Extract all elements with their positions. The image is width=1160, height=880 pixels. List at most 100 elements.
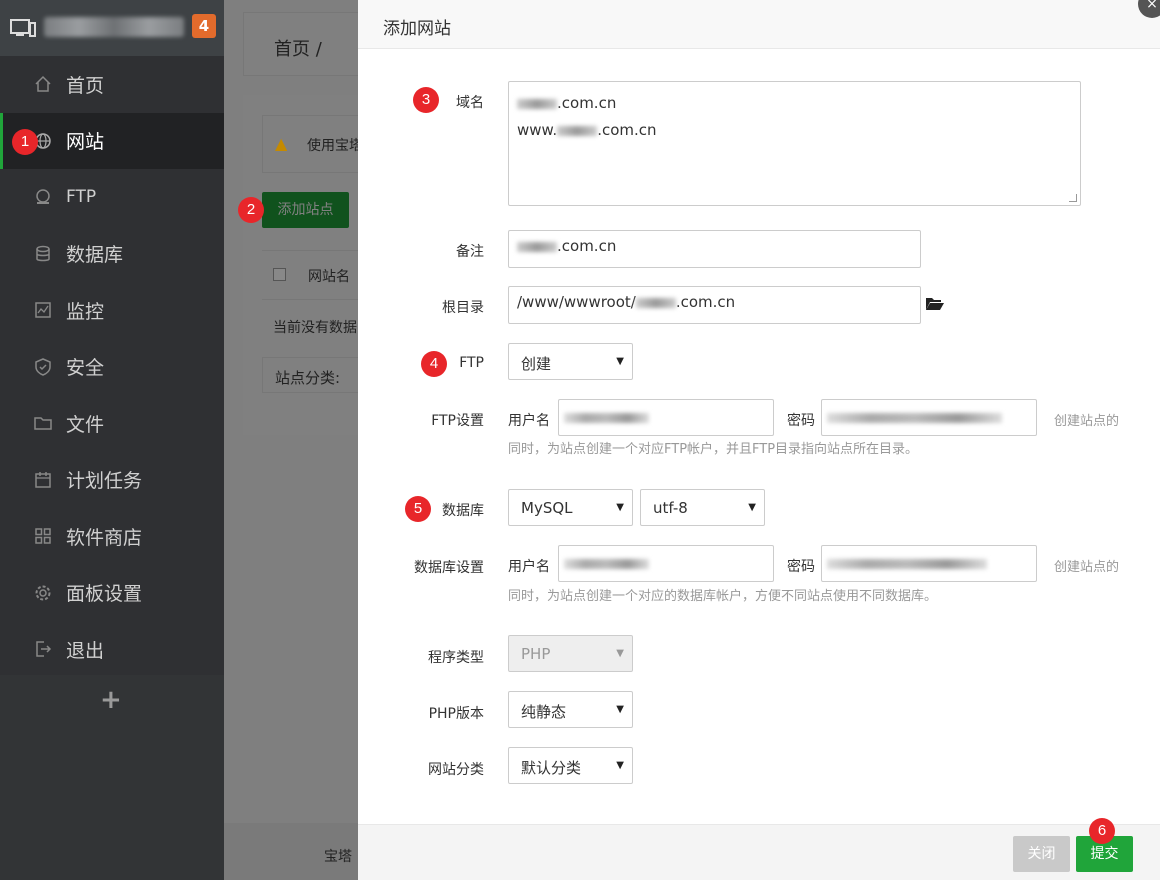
sidebar-item-cron[interactable]: 计划任务 <box>0 452 224 509</box>
db-username-label: 用户名 <box>508 559 550 575</box>
ftp-username-label: 用户名 <box>508 413 550 429</box>
site-category-label: 网站分类 <box>428 762 484 778</box>
apps-icon <box>34 527 52 545</box>
php-version-value: 纯静态 <box>521 703 567 721</box>
ftp-icon <box>34 188 52 206</box>
sidebar-item-monitor[interactable]: 监控 <box>0 282 224 339</box>
sidebar-item-label: 网站 <box>66 131 105 154</box>
redacted-text <box>564 413 649 423</box>
monitor-icon <box>10 19 36 37</box>
step-marker: 4 <box>421 351 447 377</box>
site-category-select[interactable]: 默认分类 ▼ <box>508 747 633 784</box>
footer-text: 宝塔 <box>324 849 352 865</box>
add-site-dialog: 添加网站 3 域名 .com.cn www. .com.cn 备注 .com.cn… <box>358 0 1160 880</box>
sidebar-item-label: 监控 <box>66 300 105 323</box>
step-marker: 1 <box>12 129 38 155</box>
redacted-text <box>517 241 557 252</box>
db-settings-label: 数据库设置 <box>414 560 484 576</box>
dropdown-arrow-icon: ▼ <box>616 502 624 513</box>
folder-open-icon[interactable] <box>925 296 945 311</box>
sidebar-item-label: 安全 <box>66 357 105 380</box>
sidebar-item-label: 面板设置 <box>66 583 143 606</box>
sidebar-item-store[interactable]: 软件商店 <box>0 508 224 565</box>
database-icon <box>34 245 52 263</box>
database-select[interactable]: MySQL ▼ <box>508 489 633 526</box>
sidebar-item-ftp[interactable]: FTP <box>0 169 224 226</box>
select-all-checkbox[interactable] <box>273 268 286 281</box>
program-type-label: 程序类型 <box>428 650 484 666</box>
charset-select-value: utf-8 <box>653 499 688 517</box>
dropdown-arrow-icon: ▼ <box>616 356 624 367</box>
warning-text: 使用宝塔 <box>307 138 363 154</box>
sidebar-item-settings[interactable]: 面板设置 <box>0 565 224 622</box>
redacted-text <box>557 125 598 136</box>
charset-select[interactable]: utf-8 ▼ <box>640 489 765 526</box>
ftp-select[interactable]: 创建 ▼ <box>508 343 633 380</box>
note-input[interactable]: .com.cn <box>508 230 921 268</box>
home-icon <box>34 75 52 93</box>
step-marker: 5 <box>405 496 431 522</box>
redacted-text <box>827 559 987 569</box>
sidebar-item-label: 首页 <box>66 74 105 97</box>
redacted-text <box>564 559 649 569</box>
sidebar-item-logout[interactable]: 退出 <box>0 621 224 678</box>
root-dir-suffix: .com.cn <box>675 293 736 311</box>
sidebar-header: 4 <box>0 0 224 56</box>
sidebar-item-label: 文件 <box>66 413 105 436</box>
step-marker: 6 <box>1089 818 1115 844</box>
note-value: .com.cn <box>557 237 617 255</box>
sidebar-item-home[interactable]: 首页 <box>0 56 224 113</box>
domain-line-2-suffix: .com.cn <box>597 121 657 139</box>
server-name-redacted <box>44 17 184 37</box>
domain-line-1: .com.cn <box>557 94 617 112</box>
dialog-header: 添加网站 <box>358 0 1160 49</box>
notification-badge[interactable]: 4 <box>192 14 216 38</box>
root-dir-input[interactable]: /www/wwwroot/ .com.cn <box>508 286 921 324</box>
ftp-hint: 同时，为站点创建一个对应FTP帐户，并且FTP目录指向站点所在目录。 <box>508 442 919 457</box>
php-version-label: PHP版本 <box>428 706 484 722</box>
db-hint: 同时，为站点创建一个对应的数据库帐户，方便不同站点使用不同数据库。 <box>508 589 938 604</box>
step-marker: 3 <box>413 87 439 113</box>
dropdown-arrow-icon: ▼ <box>616 648 624 659</box>
sidebar-item-label: 软件商店 <box>66 526 143 549</box>
redacted-text <box>635 297 676 308</box>
redacted-text <box>517 98 557 109</box>
note-label: 备注 <box>456 244 484 260</box>
breadcrumb-home[interactable]: 首页 / <box>274 35 322 61</box>
dialog-footer: 关闭 提交 <box>358 824 1160 880</box>
empty-message: 当前没有数据 <box>273 320 357 336</box>
add-site-button[interactable]: 添加站点 <box>262 192 349 228</box>
domain-textarea[interactable]: .com.cn www. .com.cn <box>508 81 1081 206</box>
sidebar-item-label: 计划任务 <box>66 470 143 493</box>
ftp-hint-side: 创建站点的 <box>1054 414 1120 429</box>
sidebar-item-label: FTP <box>66 187 97 208</box>
shield-icon <box>34 357 52 376</box>
program-type-value: PHP <box>521 645 551 663</box>
dialog-title: 添加网站 <box>383 19 451 39</box>
monitor-icon <box>34 301 52 319</box>
warning-icon: ▲ <box>275 134 288 153</box>
column-site-name: 网站名 <box>308 269 350 285</box>
add-icon[interactable]: + <box>100 685 122 715</box>
domain-line-2-prefix: www. <box>517 121 558 139</box>
sidebar-item-database[interactable]: 数据库 <box>0 226 224 283</box>
ftp-settings-label: FTP设置 <box>431 413 484 429</box>
resize-handle[interactable] <box>1069 194 1077 202</box>
folder-icon <box>34 414 52 432</box>
sidebar-item-security[interactable]: 安全 <box>0 339 224 396</box>
category-label: 站点分类: <box>275 369 341 387</box>
sidebar-item-label: 退出 <box>66 639 105 662</box>
dropdown-arrow-icon: ▼ <box>748 502 756 513</box>
sidebar-item-files[interactable]: 文件 <box>0 395 224 452</box>
calendar-icon <box>34 471 52 489</box>
ftp-select-value: 创建 <box>521 355 552 373</box>
dropdown-arrow-icon: ▼ <box>616 704 624 715</box>
dropdown-arrow-icon: ▼ <box>616 760 624 771</box>
db-password-label: 密码 <box>787 559 815 575</box>
step-marker: 2 <box>238 197 264 223</box>
php-version-select[interactable]: 纯静态 ▼ <box>508 691 633 728</box>
logout-icon <box>34 640 52 658</box>
close-button[interactable]: 关闭 <box>1013 836 1070 872</box>
site-category-value: 默认分类 <box>521 759 582 777</box>
root-dir-label: 根目录 <box>442 300 484 316</box>
